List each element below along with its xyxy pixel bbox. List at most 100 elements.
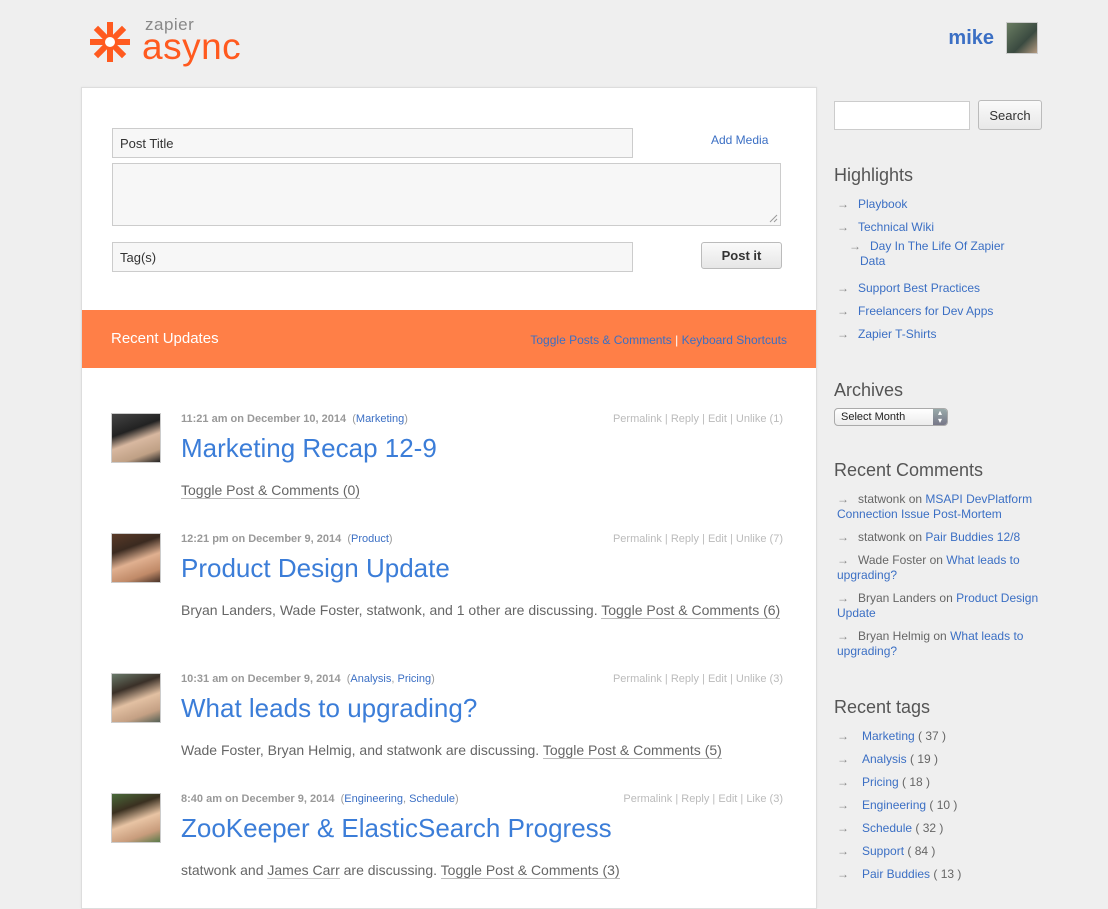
reply-link[interactable]: Reply <box>681 793 709 805</box>
highlight-link-freelancers[interactable]: Freelancers for Dev Apps <box>858 304 993 318</box>
discussion-text: statwonk and <box>181 862 264 878</box>
recent-updates-bar: Recent Updates Toggle Posts & Comments |… <box>82 310 816 368</box>
highlight-link-technical-wiki[interactable]: Technical Wiki <box>858 220 934 234</box>
post-discussion: Bryan Landers, Wade Foster, statwonk, an… <box>181 600 783 620</box>
keyboard-shortcuts-link[interactable]: Keyboard Shortcuts <box>682 333 787 347</box>
like-link[interactable]: Unlike (7) <box>736 533 783 545</box>
edit-link[interactable]: Edit <box>718 793 737 805</box>
reply-link[interactable]: Reply <box>671 673 699 685</box>
category-link[interactable]: Pricing <box>397 673 431 685</box>
arrow-icon: → <box>837 591 849 605</box>
tag-link[interactable]: Schedule <box>862 821 912 835</box>
like-link[interactable]: Unlike (3) <box>736 673 783 685</box>
arrow-icon: → <box>837 844 849 858</box>
recent-comment-item: → Wade Foster on What leads to upgrading? <box>837 553 1042 583</box>
comment-on: on <box>908 492 923 506</box>
edit-link[interactable]: Edit <box>708 413 727 425</box>
permalink-link[interactable]: Permalink <box>613 533 662 545</box>
category-link[interactable]: Product <box>351 533 389 545</box>
highlight-link-support-best-practices[interactable]: Support Best Practices <box>858 281 980 295</box>
tag-link[interactable]: Pricing <box>862 775 899 789</box>
reply-link[interactable]: Reply <box>671 413 699 425</box>
category-link[interactable]: Schedule <box>409 793 455 805</box>
arrow-icon: → <box>837 798 849 812</box>
post-categories: (Marketing) <box>349 413 408 425</box>
tag-link[interactable]: Support <box>862 844 904 858</box>
post-actions: Permalink | Reply | Edit | Unlike (1) <box>612 413 783 425</box>
tag-count: ( 10 ) <box>929 798 958 812</box>
recent-comment-item: → Bryan Landers on Product Design Update <box>837 591 1042 621</box>
toggle-post-comments-link[interactable]: Toggle Post & Comments (0) <box>181 482 360 499</box>
recent-tags-heading: Recent tags <box>834 697 931 717</box>
tag-item: → Pricing ( 18 ) <box>837 775 930 789</box>
author-avatar[interactable] <box>111 413 161 463</box>
post-title-link[interactable]: What leads to upgrading? <box>181 693 477 724</box>
reply-link[interactable]: Reply <box>671 533 699 545</box>
user-name-link[interactable]: mike <box>948 27 994 50</box>
tag-link[interactable]: Analysis <box>862 752 907 766</box>
search-input[interactable] <box>834 101 970 130</box>
highlight-link-day-in-life[interactable]: Day In The Life Of Zapier <box>870 239 1005 253</box>
toggle-posts-comments-link[interactable]: Toggle Posts & Comments <box>530 333 671 347</box>
like-link[interactable]: Like (3) <box>746 793 783 805</box>
permalink-link[interactable]: Permalink <box>613 673 662 685</box>
tag-link[interactable]: Pair Buddies <box>862 867 930 881</box>
toggle-post-comments-link[interactable]: Toggle Post & Comments (6) <box>601 602 781 619</box>
highlight-link-tshirts[interactable]: Zapier T-Shirts <box>858 327 936 341</box>
tag-item: → Engineering ( 10 ) <box>837 798 957 812</box>
comment-on: on <box>933 629 947 643</box>
resize-handle-icon[interactable] <box>769 214 778 223</box>
comment-post-link[interactable]: Pair Buddies 12/8 <box>925 530 1020 544</box>
author-avatar[interactable] <box>111 793 161 843</box>
highlight-link-day-in-life-data[interactable]: Data <box>860 254 885 268</box>
recent-updates-title: Recent Updates <box>111 330 219 347</box>
highlight-item: → Support Best Practices <box>837 281 980 295</box>
add-media-link[interactable]: Add Media <box>711 133 768 147</box>
post-categories: (Engineering, Schedule) <box>337 793 459 805</box>
logo-async-text: async <box>142 26 242 67</box>
user-menu[interactable]: mike <box>948 22 1038 54</box>
tag-count: ( 37 ) <box>918 729 947 743</box>
arrow-icon: → <box>837 867 849 881</box>
category-link[interactable]: Engineering <box>344 793 403 805</box>
main-content: Post Title Add Media Tag(s) Post it Rece… <box>81 87 817 909</box>
post-title-link[interactable]: Marketing Recap 12-9 <box>181 433 437 464</box>
comment-on: on <box>929 553 943 567</box>
author-avatar[interactable] <box>111 673 161 723</box>
category-link[interactable]: Marketing <box>356 413 404 425</box>
permalink-link[interactable]: Permalink <box>623 793 672 805</box>
toggle-post-comments-link[interactable]: Toggle Post & Comments (5) <box>542 742 722 759</box>
updates-links: Toggle Posts & Comments | Keyboard Short… <box>530 333 787 347</box>
user-avatar[interactable] <box>1006 22 1038 54</box>
permalink-link[interactable]: Permalink <box>613 413 662 425</box>
edit-link[interactable]: Edit <box>708 533 727 545</box>
zapier-async-logo[interactable]: zapier async <box>88 14 248 70</box>
toggle-post-comments-link[interactable]: Toggle Post & Comments (3) <box>440 862 620 879</box>
highlight-link-playbook[interactable]: Playbook <box>858 197 907 211</box>
arrow-icon: → <box>837 220 849 234</box>
arrow-icon: → <box>837 327 849 341</box>
tag-link[interactable]: Engineering <box>862 798 926 812</box>
post-it-button[interactable]: Post it <box>701 242 782 269</box>
post-title-link[interactable]: Product Design Update <box>181 553 450 584</box>
like-link[interactable]: Unlike (1) <box>736 413 783 425</box>
tag-link[interactable]: Marketing <box>862 729 915 743</box>
search-button[interactable]: Search <box>978 100 1042 130</box>
highlight-item: → Technical Wiki <box>837 220 934 234</box>
archives-month-select[interactable]: Select Month ▴ ▾ <box>834 408 948 426</box>
author-avatar[interactable] <box>111 533 161 583</box>
edit-link[interactable]: Edit <box>708 673 727 685</box>
post-body-textarea[interactable] <box>112 163 781 226</box>
post-timestamp: 11:21 am on December 10, 2014 <box>181 413 347 425</box>
person-link[interactable]: James Carr <box>267 862 340 879</box>
post-timestamp: 12:21 pm on December 9, 2014 <box>181 533 342 545</box>
post-title-link[interactable]: ZooKeeper & ElasticSearch Progress <box>181 813 612 844</box>
archives-heading: Archives <box>834 380 904 400</box>
category-link[interactable]: Analysis <box>350 673 391 685</box>
post-title-input[interactable]: Post Title <box>112 128 633 158</box>
post-tags-input[interactable]: Tag(s) <box>112 242 633 272</box>
arrow-icon: → <box>837 197 849 211</box>
post-meta: 11:21 am on December 10, 2014 (Marketing… <box>181 413 408 425</box>
comment-author: Bryan Helmig <box>858 629 931 643</box>
post-meta: 8:40 am on December 9, 2014 (Engineering… <box>181 793 459 805</box>
